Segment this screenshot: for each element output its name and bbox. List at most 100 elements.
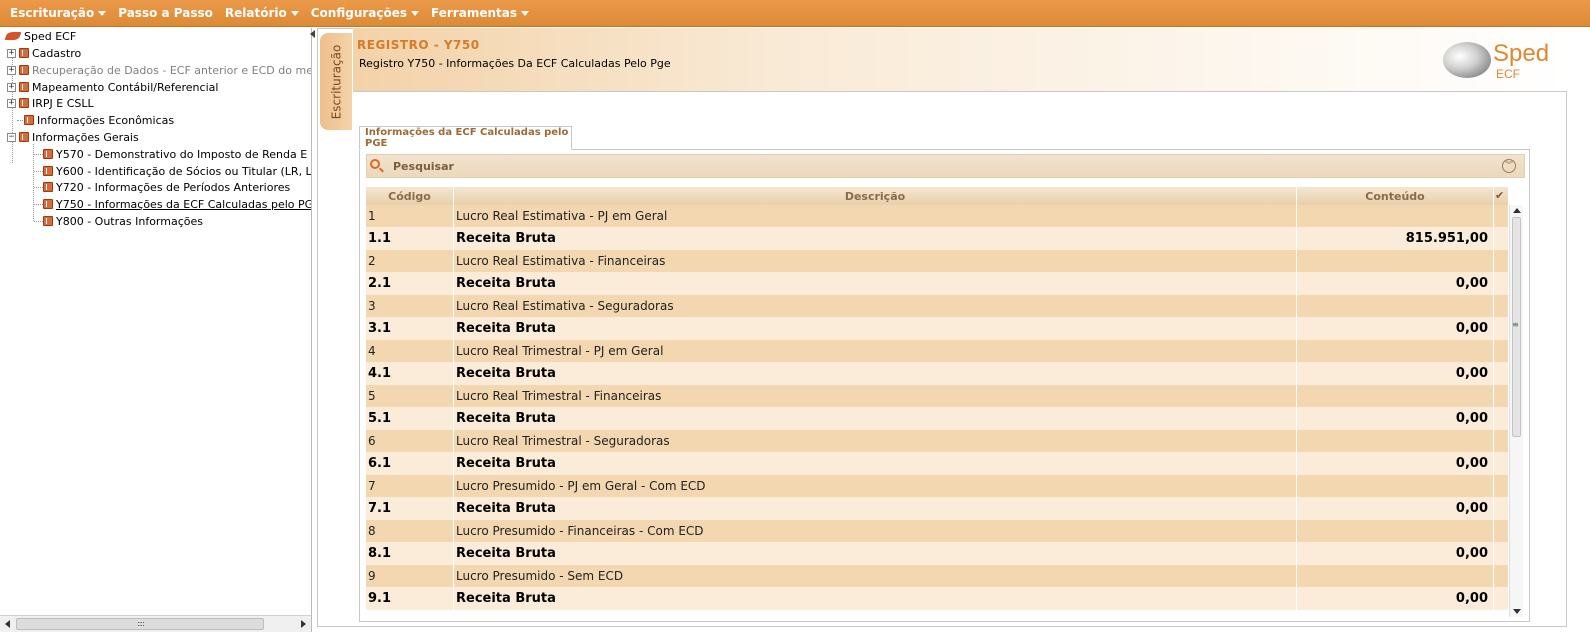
menu-label: Relatório [224, 6, 287, 20]
cell-conteudo[interactable]: 0,00 [1297, 452, 1494, 475]
book-icon [19, 98, 29, 108]
cell-conteudo[interactable] [1297, 250, 1494, 272]
cell-codigo: 2 [366, 250, 454, 272]
cell-conteudo[interactable]: 0,00 [1297, 317, 1494, 340]
tree-guide-line [33, 144, 34, 221]
cell-conteudo[interactable] [1297, 205, 1494, 227]
table-row[interactable]: 4.1 Receita Bruta 0,00 [366, 362, 1508, 385]
search-label: Pesquisar [393, 159, 454, 173]
cell-codigo: 4.1 [366, 362, 454, 385]
column-header-codigo[interactable]: Código [366, 187, 454, 205]
cell-codigo: 2.1 [366, 272, 454, 295]
cell-select [1494, 227, 1508, 250]
book-icon [19, 82, 29, 92]
tree-leaf-label: Y800 - Outras Informações [56, 214, 203, 228]
book-icon [24, 115, 34, 125]
table-row[interactable]: 6.1 Receita Bruta 0,00 [366, 452, 1508, 475]
tree-node-mapeamento[interactable]: + Mapeamento Contábil/Referencial [7, 79, 218, 95]
tree-leaf-y720[interactable]: Y720 - Informações de Períodos Anteriore… [43, 179, 290, 195]
menu-relatorio[interactable]: Relatório [219, 6, 305, 20]
table-row[interactable]: 8 Lucro Presumido - Financeiras - Com ECD [366, 520, 1508, 542]
collapse-panel-icon[interactable] [310, 30, 315, 38]
menu-ferramentas[interactable]: Ferramentas [425, 6, 535, 20]
tree-root[interactable]: Sped ECF [4, 28, 76, 44]
tree-node-informacoes-economicas[interactable]: Informações Econômicas [24, 112, 174, 128]
cell-conteudo[interactable] [1297, 295, 1494, 317]
cell-select [1494, 497, 1508, 520]
expand-plus-icon[interactable]: + [7, 98, 16, 108]
expand-plus-icon[interactable]: + [7, 48, 16, 58]
menu-label: Configurações [310, 6, 408, 20]
cell-descricao: Receita Bruta [454, 452, 1297, 475]
scroll-right-icon[interactable] [301, 620, 306, 628]
scroll-left-icon[interactable] [5, 620, 10, 628]
table-row[interactable]: 4 Lucro Real Trimestral - PJ em Geral [366, 340, 1508, 362]
column-header-descricao[interactable]: Descrição [454, 187, 1297, 205]
cell-conteudo[interactable]: 0,00 [1297, 542, 1494, 565]
cell-select [1494, 250, 1508, 272]
tree-node-cadastro[interactable]: + Cadastro [7, 45, 81, 61]
table-row[interactable]: 3.1 Receita Bruta 0,00 [366, 317, 1508, 340]
table-row[interactable]: 7 Lucro Presumido - PJ em Geral - Com ECD [366, 475, 1508, 497]
expand-plus-icon[interactable]: + [7, 65, 16, 75]
tree-node-recuperacao[interactable]: + Recuperação de Dados - ECF anterior e … [7, 62, 311, 78]
cell-conteudo[interactable]: 0,00 [1297, 272, 1494, 295]
table-row[interactable]: 5.1 Receita Bruta 0,00 [366, 407, 1508, 430]
tree-leaf-y750[interactable]: Y750 - Informações da ECF Calculadas pel… [43, 196, 311, 212]
checkmark-icon[interactable]: ✔ [1495, 189, 1504, 202]
cell-conteudo[interactable]: 0,00 [1297, 362, 1494, 385]
cell-conteudo[interactable]: 0,00 [1297, 497, 1494, 520]
cell-conteudo[interactable] [1297, 565, 1494, 587]
scroll-down-icon[interactable] [1513, 609, 1521, 614]
table-row[interactable]: 2 Lucro Real Estimativa - Financeiras [366, 250, 1508, 272]
expand-plus-icon[interactable]: + [7, 82, 16, 92]
cell-conteudo[interactable]: 815.951,00 [1297, 227, 1494, 250]
tree-leaf-y600[interactable]: Y600 - Identificação de Sócios ou Titula… [43, 163, 311, 179]
scroll-up-icon[interactable] [1513, 208, 1521, 213]
cell-select [1494, 362, 1508, 385]
table-row[interactable]: 8.1 Receita Bruta 0,00 [366, 542, 1508, 565]
cell-descricao: Receita Bruta [454, 317, 1297, 340]
cell-conteudo[interactable] [1297, 340, 1494, 362]
collapse-minus-icon[interactable]: − [7, 132, 16, 142]
page-title: REGISTRO - Y750 [357, 38, 480, 52]
book-icon [43, 216, 53, 226]
table-row[interactable]: 9 Lucro Presumido - Sem ECD [366, 565, 1508, 587]
table-row[interactable]: 7.1 Receita Bruta 0,00 [366, 497, 1508, 520]
table-row[interactable]: 9.1 Receita Bruta 0,00 [366, 587, 1508, 610]
cell-conteudo[interactable] [1297, 385, 1494, 407]
tree-node-informacoes-gerais[interactable]: − Informações Gerais [7, 129, 139, 145]
cell-select [1494, 407, 1508, 430]
tree-leaf-y570[interactable]: Y570 - Demonstrativo do Imposto de Renda… [43, 146, 311, 162]
tree-leaf-y800[interactable]: Y800 - Outras Informações [43, 213, 203, 229]
menu-configuracoes[interactable]: Configurações [305, 6, 425, 20]
search-panel-header[interactable]: Pesquisar ︾ [366, 154, 1525, 178]
tree-guide-line [34, 171, 43, 172]
menu-escrituracao[interactable]: Escrituração [4, 6, 112, 20]
side-tab-escrituracao[interactable]: Escrituração [320, 33, 352, 130]
cell-conteudo[interactable]: 0,00 [1297, 407, 1494, 430]
menu-label: Passo a Passo [118, 6, 213, 20]
table-row[interactable]: 2.1 Receita Bruta 0,00 [366, 272, 1508, 295]
cell-descricao: Lucro Presumido - Sem ECD [454, 565, 1297, 587]
cell-select [1494, 475, 1508, 497]
cell-conteudo[interactable]: 0,00 [1297, 587, 1494, 610]
double-chevron-down-icon[interactable]: ︾ [1502, 159, 1516, 173]
table-row[interactable]: 1 Lucro Real Estimativa - PJ em Geral [366, 205, 1508, 227]
table-vertical-scrollbar[interactable]: ≡ [1509, 205, 1523, 617]
table-row[interactable]: 3 Lucro Real Estimativa - Seguradoras [366, 295, 1508, 317]
cell-conteudo[interactable] [1297, 430, 1494, 452]
table-row[interactable]: 6 Lucro Real Trimestral - Seguradoras [366, 430, 1508, 452]
column-header-conteudo[interactable]: Conteúdo [1297, 187, 1494, 205]
cell-conteudo[interactable] [1297, 475, 1494, 497]
cell-descricao: Lucro Real Estimativa - Seguradoras [454, 295, 1297, 317]
tree-node-irpj[interactable]: + IRPJ E CSLL [7, 95, 94, 111]
cell-conteudo[interactable] [1297, 520, 1494, 542]
cell-descricao: Receita Bruta [454, 542, 1297, 565]
grip-icon: ≡ [1512, 320, 1519, 329]
table-row[interactable]: 5 Lucro Real Trimestral - Financeiras [366, 385, 1508, 407]
tab-informacoes-ecf[interactable]: Informações da ECF Calculadas pelo PGE [359, 126, 572, 150]
tree-horizontal-scrollbar[interactable]: :::: [0, 615, 311, 632]
table-row[interactable]: 1.1 Receita Bruta 815.951,00 [366, 227, 1508, 250]
menu-passo-a-passo[interactable]: Passo a Passo [112, 6, 219, 20]
